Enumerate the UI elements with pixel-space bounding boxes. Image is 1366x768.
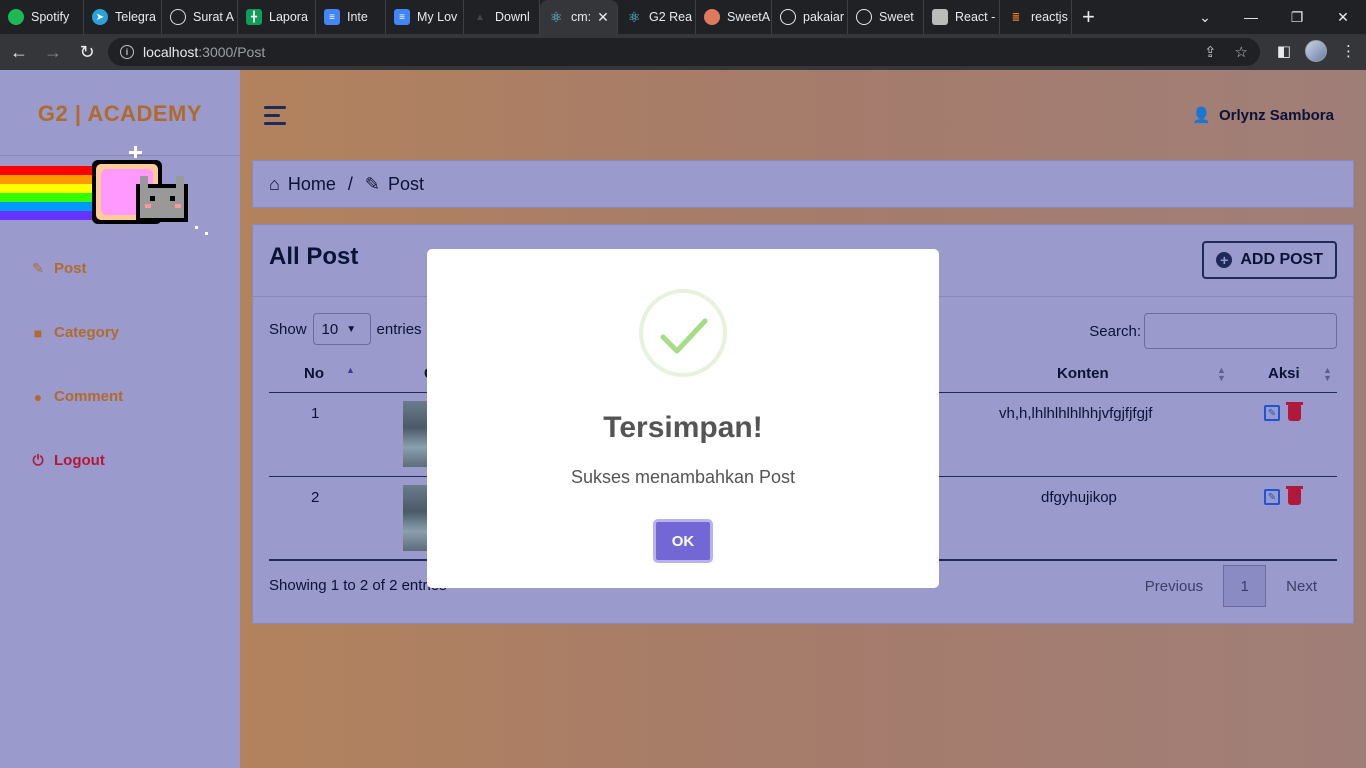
dialog-title: Tersimpan! <box>603 411 763 444</box>
tab-react[interactable]: React - <box>924 0 1000 34</box>
tab-reactjs[interactable]: ≣ reactjs <box>1000 0 1072 34</box>
github-icon <box>780 9 796 25</box>
tab-surat[interactable]: Surat A <box>162 0 238 34</box>
spotify-icon <box>8 9 24 25</box>
new-tab-button[interactable]: + <box>1082 4 1095 30</box>
side-panel-icon[interactable]: ◧ <box>1277 42 1291 60</box>
success-dialog: Tersimpan! Sukses menambahkan Post OK <box>427 249 939 588</box>
site-icon: ▲ <box>475 11 485 23</box>
sweetalert-icon <box>704 9 720 25</box>
modal-overlay: Tersimpan! Sukses menambahkan Post OK <box>0 70 1366 768</box>
sheets-icon: ╋ <box>246 9 262 25</box>
github-icon <box>856 9 872 25</box>
stackoverflow-icon: ≣ <box>1011 11 1021 23</box>
tab-spotify[interactable]: Spotify <box>0 0 84 34</box>
close-window-icon[interactable]: ✕ <box>1320 9 1366 26</box>
page-content: G2 | ACADEMY ✎ Post ■ Category ● Comment… <box>0 70 1366 768</box>
tab-mylov[interactable]: ≡ My Lov <box>386 0 464 34</box>
bookmark-star-icon[interactable]: ☆ <box>1235 43 1248 61</box>
back-icon[interactable]: ← <box>4 42 34 63</box>
telegram-icon: ➤ <box>92 9 108 25</box>
address-bar-row: ← → ↻ i localhost:3000/Post ⇪ ☆ ◧ ⋮ <box>0 34 1366 70</box>
ok-button[interactable]: OK <box>653 519 713 563</box>
url-field[interactable]: i localhost:3000/Post ⇪ ☆ <box>108 38 1260 66</box>
tab-search-icon[interactable]: ⌄ <box>1182 9 1228 26</box>
tab-sweetalert[interactable]: SweetA <box>696 0 772 34</box>
globe-icon <box>170 9 186 25</box>
tab-sweet[interactable]: Sweet <box>848 0 924 34</box>
menu-kebab-icon[interactable]: ⋮ <box>1341 42 1356 60</box>
tab-inte[interactable]: ≡ Inte <box>316 0 386 34</box>
site-info-icon[interactable]: i <box>120 45 134 59</box>
tab-cms-active[interactable]: ⚛ cm: ✕ <box>540 0 618 34</box>
react-icon: ⚛ <box>627 8 641 25</box>
docs-icon: ≡ <box>324 9 340 25</box>
docs-icon: ≡ <box>394 9 410 25</box>
profile-avatar[interactable] <box>1305 40 1327 62</box>
url-path: :3000/Post <box>198 44 266 60</box>
dialog-message: Sukses menambahkan Post <box>570 467 796 487</box>
tab-g2-react[interactable]: ⚛ G2 Rea <box>618 0 696 34</box>
minimize-icon[interactable]: — <box>1228 9 1274 25</box>
success-check-icon <box>639 289 727 377</box>
react-icon: ⚛ <box>549 8 563 25</box>
tab-telegram[interactable]: ➤ Telegra <box>84 0 162 34</box>
window-controls: ⌄ — ❐ ✕ <box>1182 0 1366 34</box>
close-tab-icon[interactable]: ✕ <box>597 9 609 26</box>
tab-laporan[interactable]: ╋ Lapora <box>238 0 316 34</box>
maximize-icon[interactable]: ❐ <box>1274 9 1320 26</box>
forward-icon[interactable]: → <box>38 42 68 63</box>
reload-icon[interactable]: ↻ <box>72 42 102 63</box>
tab-download[interactable]: ▲ Downl <box>464 0 540 34</box>
tab-pakaian[interactable]: pakaiar <box>772 0 848 34</box>
share-icon[interactable]: ⇪ <box>1204 43 1217 61</box>
browser-tab-bar: Spotify ➤ Telegra Surat A ╋ Lapora ≡ Inte ≡… <box>0 0 1366 34</box>
site-icon <box>932 9 948 25</box>
url-host: localhost <box>143 44 199 60</box>
